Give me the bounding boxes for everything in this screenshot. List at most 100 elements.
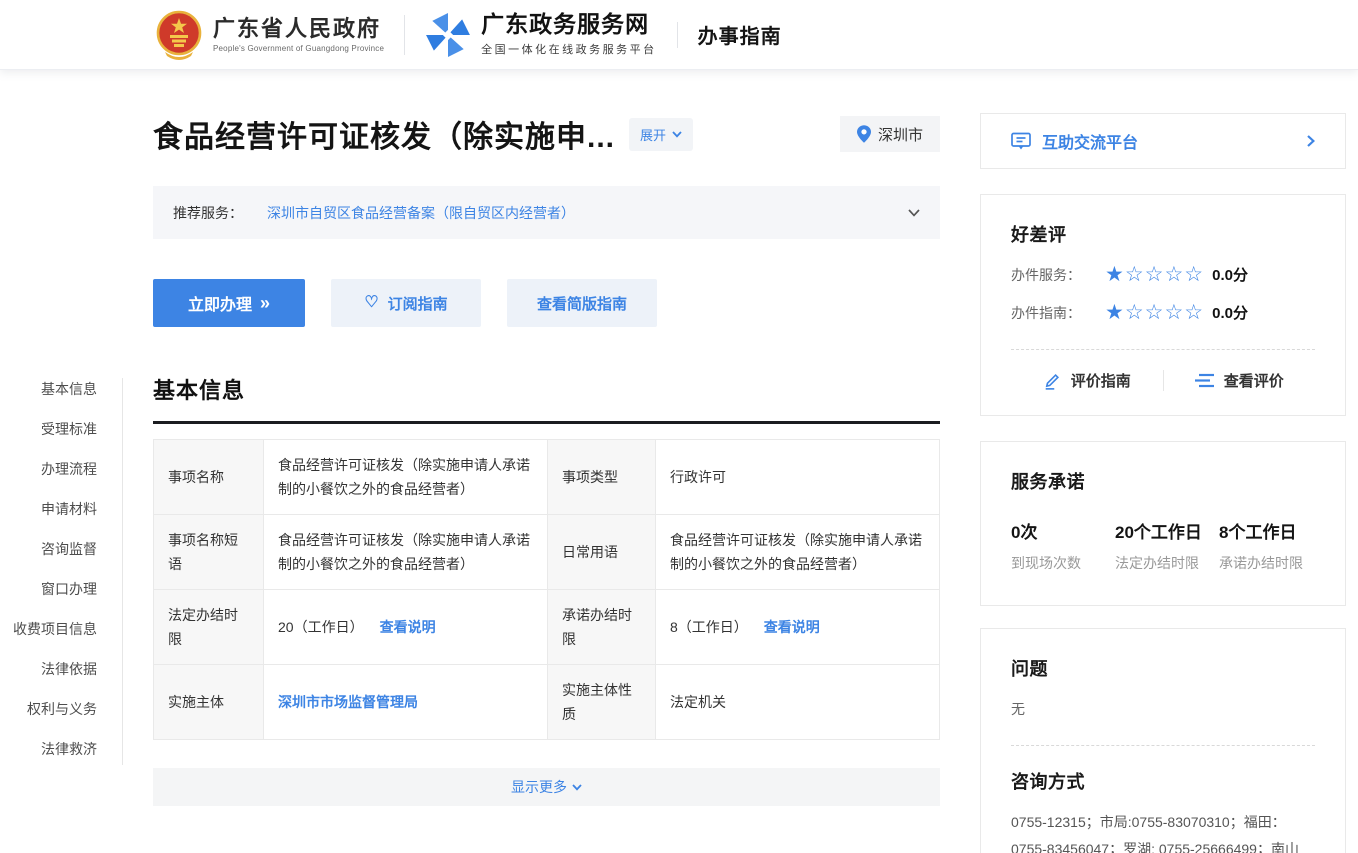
row-value: 食品经营许可证核发（除实施申请人承诺制的小餐饮之外的食品经营者） xyxy=(264,515,548,590)
sidebar-item[interactable]: 收费项目信息 xyxy=(0,620,97,639)
row-value: 法定机关 xyxy=(656,665,940,740)
divider xyxy=(404,15,405,55)
main-content: 食品经营许可证核发（除实施申... 展开 深圳市 推荐服务： 深圳市自贸区食品经… xyxy=(153,90,940,853)
cell-text: 事项类型 xyxy=(562,469,618,485)
comment-icon xyxy=(1011,132,1031,151)
show-more-label: 显示更多 xyxy=(511,777,567,797)
recommend-bar: 推荐服务： 深圳市自贸区食品经营备案（限自贸区内经营者） xyxy=(153,186,940,239)
cell-text: 日常用语 xyxy=(562,544,618,560)
sidebar-item[interactable]: 法律救济 xyxy=(0,740,97,759)
cell-text: 行政许可 xyxy=(670,469,726,485)
row-label: 实施主体性质 xyxy=(548,665,656,740)
question-content: 无 xyxy=(1011,699,1315,719)
cell-text: 食品经营许可证核发（除实施申请人承诺制的小餐饮之外的食品经营者） xyxy=(670,532,922,572)
table-row: 实施主体 深圳市市场监督管理局 实施主体性质法定机关 xyxy=(154,665,940,740)
location-pin-icon xyxy=(857,125,871,143)
city-selector[interactable]: 深圳市 xyxy=(840,116,940,152)
row-value: 食品经营许可证核发（除实施申请人承诺制的小餐饮之外的食品经营者） xyxy=(264,440,548,515)
sidebar-item[interactable]: 咨询监督 xyxy=(0,540,97,559)
question-title: 问题 xyxy=(1011,655,1315,681)
portal-logo-text: 广东政务服务网 全国一体化在线政务服务平台 xyxy=(481,12,657,57)
city-label: 深圳市 xyxy=(878,124,923,145)
stat-label: 法定办结时限 xyxy=(1115,553,1219,573)
recommend-service-link[interactable]: 深圳市自贸区食品经营备案（限自贸区内经营者） xyxy=(267,203,575,223)
sidebar-item[interactable]: 法律依据 xyxy=(0,660,97,679)
sidebar-item[interactable]: 基本信息 xyxy=(0,380,97,399)
rating-score: 0.0分 xyxy=(1212,264,1248,285)
promise-stat: 20个工作日法定办结时限 xyxy=(1115,518,1219,573)
chevron-down-icon xyxy=(908,209,920,217)
view-explanation-link[interactable]: 查看说明 xyxy=(380,619,436,635)
portal-title: 广东政务服务网 xyxy=(481,12,657,37)
entity-link[interactable]: 深圳市市场监督管理局 xyxy=(278,694,418,710)
chevron-down-icon xyxy=(672,131,682,138)
header: 广东省人民政府 People's Government of Guangdong… xyxy=(0,0,1358,70)
question-consult-card: 问题 无 咨询方式 0755-12315；市局:0755-83070310；福田… xyxy=(980,628,1346,853)
rating-label: 办件指南： xyxy=(1011,303,1105,323)
row-value: 食品经营许可证核发（除实施申请人承诺制的小餐饮之外的食品经营者） xyxy=(656,515,940,590)
cell-text: 法定机关 xyxy=(670,694,726,710)
row-value: 20（工作日） 查看说明 xyxy=(264,590,548,665)
recommend-label: 推荐服务： xyxy=(173,203,243,223)
stat-value: 0次 xyxy=(1011,518,1115,543)
simple-guide-button[interactable]: 查看简版指南 xyxy=(507,279,657,327)
mutual-platform-card[interactable]: 互助交流平台 xyxy=(980,113,1346,169)
gov-subtitle: People's Government of Guangdong Provinc… xyxy=(213,44,384,53)
gov-logo: 广东省人民政府 People's Government of Guangdong… xyxy=(155,10,384,60)
view-rating-button[interactable]: 查看评价 xyxy=(1163,370,1316,391)
show-more-button[interactable]: 显示更多 xyxy=(153,768,940,806)
pencil-icon xyxy=(1043,371,1061,390)
sidebar-item[interactable]: 申请材料 xyxy=(0,500,97,519)
basic-info-table: 事项名称食品经营许可证核发（除实施申请人承诺制的小餐饮之外的食品经营者）事项类型… xyxy=(153,439,940,740)
basic-info-title: 基本信息 xyxy=(153,373,940,424)
rating-row: 办件服务：★☆☆☆☆0.0分 xyxy=(1011,264,1315,285)
section-title: 办事指南 xyxy=(698,20,782,49)
stat-label: 到现场次数 xyxy=(1011,553,1115,573)
title-row: 食品经营许可证核发（除实施申... 展开 深圳市 xyxy=(153,112,940,156)
subscribe-guide-button[interactable]: ♡ 订阅指南 xyxy=(331,279,481,327)
service-promise-card: 服务承诺 0次到现场次数20个工作日法定办结时限8个工作日承诺办结时限 xyxy=(980,441,1346,606)
row-label: 实施主体 xyxy=(154,665,264,740)
chevron-right-icon xyxy=(1307,135,1315,147)
expand-label: 展开 xyxy=(640,125,666,144)
row-label: 事项名称短语 xyxy=(154,515,264,590)
rating-guide-label: 评价指南 xyxy=(1071,370,1131,391)
consult-content: 0755-12315；市局:0755-83070310；福田：0755-8345… xyxy=(1011,809,1315,853)
title-expand-button[interactable]: 展开 xyxy=(629,118,693,151)
page: 广东省人民政府 People's Government of Guangdong… xyxy=(0,0,1358,853)
recommend-expand-button[interactable] xyxy=(908,209,920,217)
table-row: 法定办结时限20（工作日）查看说明承诺办结时限8（工作日）查看说明 xyxy=(154,590,940,665)
apply-label: 立即办理 xyxy=(188,291,252,315)
row-value: 行政许可 xyxy=(656,440,940,515)
promise-stat: 8个工作日承诺办结时限 xyxy=(1219,518,1303,573)
rating-title: 好差评 xyxy=(1011,221,1315,247)
sidebar-item[interactable]: 办理流程 xyxy=(0,460,97,479)
cell-text: 8（工作日） xyxy=(670,619,748,635)
rating-guide-button[interactable]: 评价指南 xyxy=(1011,370,1163,391)
consult-title: 咨询方式 xyxy=(1011,768,1315,794)
national-emblem-icon xyxy=(155,10,203,60)
row-label: 日常用语 xyxy=(548,515,656,590)
cell-text: 事项名称 xyxy=(168,469,224,485)
apply-now-button[interactable]: 立即办理 » xyxy=(153,279,305,327)
list-icon xyxy=(1195,373,1214,388)
view-explanation-link[interactable]: 查看说明 xyxy=(764,619,820,635)
basic-info-section: 基本信息 事项名称食品经营许可证核发（除实施申请人承诺制的小餐饮之外的食品经营者… xyxy=(153,373,940,806)
cell-text: 实施主体 xyxy=(168,694,224,710)
heart-icon: ♡ xyxy=(364,295,378,311)
mutual-platform-label: 互助交流平台 xyxy=(1042,129,1138,153)
sidebar-item[interactable]: 受理标准 xyxy=(0,420,97,439)
portal-subtitle: 全国一体化在线政务服务平台 xyxy=(481,41,657,57)
cell-text: 承诺办结时限 xyxy=(562,607,632,647)
row-value: 8（工作日） 查看说明 xyxy=(656,590,940,665)
star-rating: ★☆☆☆☆ xyxy=(1105,302,1204,323)
view-rating-label: 查看评价 xyxy=(1224,370,1284,391)
stat-value: 20个工作日 xyxy=(1115,518,1219,543)
star-rating: ★☆☆☆☆ xyxy=(1105,264,1204,285)
gov-logo-text: 广东省人民政府 People's Government of Guangdong… xyxy=(213,16,384,53)
sidebar-item[interactable]: 窗口办理 xyxy=(0,580,97,599)
cell-text: 20（工作日） xyxy=(278,619,364,635)
sidebar-item[interactable]: 权利与义务 xyxy=(0,700,97,719)
table-row: 事项名称短语食品经营许可证核发（除实施申请人承诺制的小餐饮之外的食品经营者）日常… xyxy=(154,515,940,590)
cell-text: 食品经营许可证核发（除实施申请人承诺制的小餐饮之外的食品经营者） xyxy=(278,457,530,497)
